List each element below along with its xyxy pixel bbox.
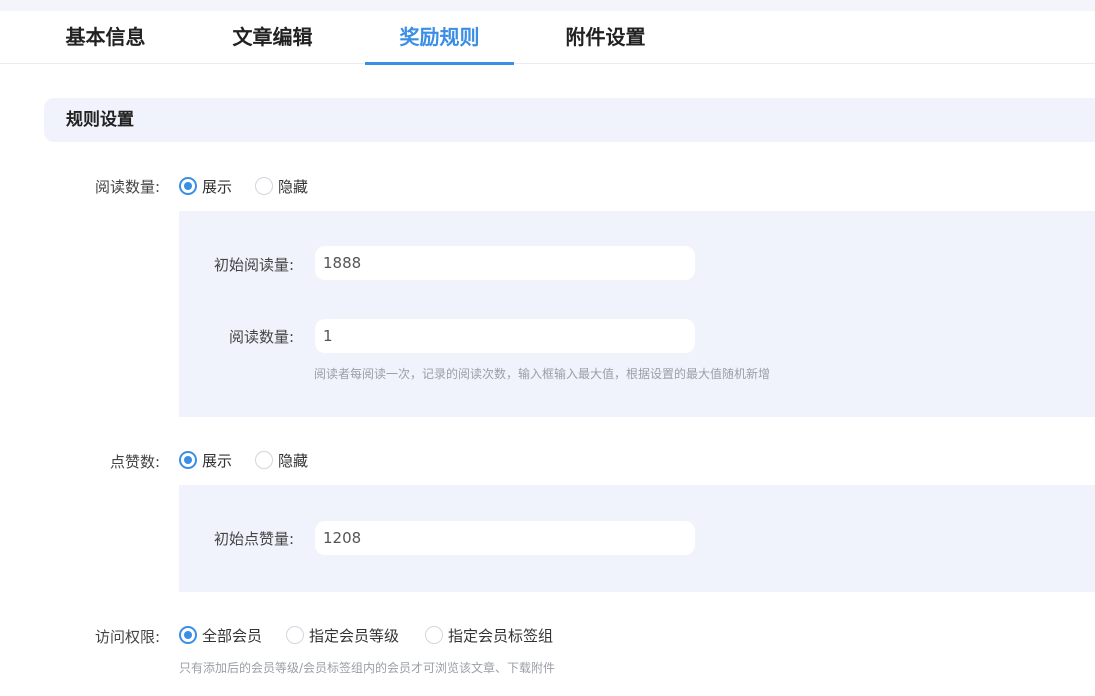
- radio-label: 隐藏: [278, 177, 309, 196]
- access-all-members-radio[interactable]: 全部会员: [179, 624, 262, 646]
- radio-label: 隐藏: [278, 451, 309, 470]
- section-header: 规则设置: [44, 98, 1095, 142]
- likes-label: 点赞数:: [109, 453, 160, 471]
- tab-basic-info[interactable]: 基本信息: [31, 11, 180, 64]
- radio-label: 展示: [202, 177, 233, 196]
- read-count-panel: [179, 211, 1095, 417]
- radio-unchecked-icon: [286, 626, 304, 644]
- access-label: 访问权限:: [94, 628, 160, 646]
- read-count-field-label: 阅读数量:: [228, 328, 294, 346]
- radio-label: 指定会员标签组: [448, 626, 554, 645]
- top-strip: [0, 0, 1095, 11]
- read-count-show-radio[interactable]: 展示: [179, 175, 232, 197]
- read-count-input[interactable]: 1: [315, 319, 695, 353]
- tab-reward-rules[interactable]: 奖励规则: [365, 11, 514, 65]
- initial-read-label: 初始阅读量:: [213, 256, 294, 274]
- radio-unchecked-icon: [425, 626, 443, 644]
- initial-read-input[interactable]: 1888: [315, 246, 695, 280]
- radio-label: 指定会员等级: [309, 626, 400, 645]
- likes-show-radio[interactable]: 展示: [179, 449, 232, 471]
- initial-likes-label: 初始点赞量:: [213, 530, 294, 548]
- likes-hide-radio[interactable]: 隐藏: [255, 449, 308, 471]
- tab-attachment-settings[interactable]: 附件设置: [531, 11, 680, 64]
- access-hint: 只有添加后的会员等级/会员标签组内的会员才可浏览该文章、下载附件: [179, 661, 556, 675]
- radio-checked-icon: [179, 626, 197, 644]
- radio-checked-icon: [179, 451, 197, 469]
- tab-bar: 基本信息 文章编辑 奖励规则 附件设置: [0, 11, 1095, 65]
- radio-label: 全部会员: [202, 626, 263, 645]
- radio-unchecked-icon: [255, 451, 273, 469]
- section-title: 规则设置: [66, 110, 134, 130]
- access-member-tag-radio[interactable]: 指定会员标签组: [425, 624, 553, 646]
- initial-likes-input[interactable]: 1208: [315, 521, 695, 555]
- read-count-label: 阅读数量:: [94, 178, 160, 196]
- radio-checked-icon: [179, 177, 197, 195]
- radio-unchecked-icon: [255, 177, 273, 195]
- radio-label: 展示: [202, 451, 233, 470]
- access-member-level-radio[interactable]: 指定会员等级: [286, 624, 399, 646]
- tab-article-edit[interactable]: 文章编辑: [198, 11, 347, 64]
- read-count-hint: 阅读者每阅读一次，记录的阅读次数，输入框输入最大值，根据设置的最大值随机新增: [314, 367, 771, 381]
- read-count-hide-radio[interactable]: 隐藏: [255, 175, 308, 197]
